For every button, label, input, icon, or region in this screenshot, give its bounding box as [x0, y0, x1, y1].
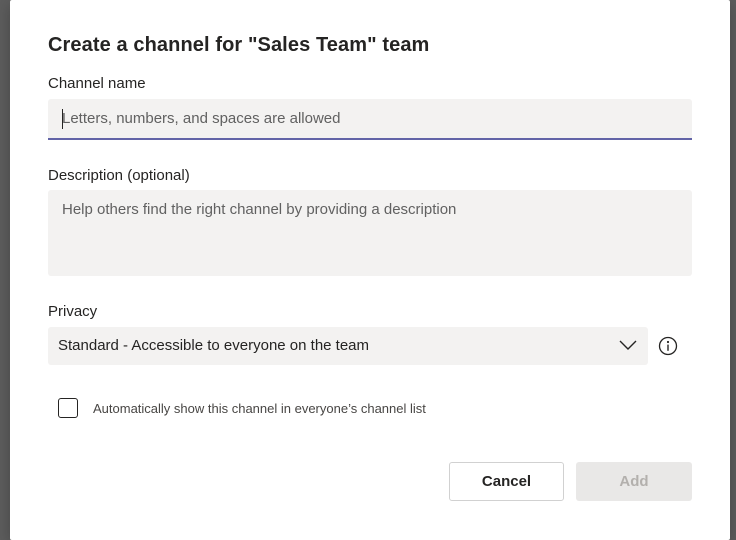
cancel-button[interactable]: Cancel — [449, 462, 564, 501]
auto-show-checkbox-label: Automatically show this channel in every… — [93, 401, 426, 416]
dialog-title: Create a channel for "Sales Team" team — [48, 34, 430, 56]
add-button[interactable]: Add — [576, 462, 692, 501]
info-icon[interactable] — [658, 336, 678, 356]
description-input[interactable] — [48, 190, 692, 276]
create-channel-dialog: Create a channel for "Sales Team" team C… — [10, 0, 730, 540]
description-label: Description (optional) — [48, 167, 190, 184]
description-field[interactable] — [48, 190, 692, 276]
channel-name-field[interactable] — [48, 99, 692, 140]
text-cursor — [62, 109, 63, 129]
privacy-label: Privacy — [48, 303, 98, 320]
channel-name-label: Channel name — [48, 75, 146, 92]
channel-name-input[interactable] — [48, 99, 692, 138]
backdrop-overlay-left — [0, 0, 10, 540]
privacy-dropdown[interactable]: Standard - Accessible to everyone on the… — [48, 327, 648, 365]
chevron-down-icon — [619, 340, 637, 350]
backdrop-overlay-right — [730, 0, 736, 540]
auto-show-checkbox[interactable] — [58, 398, 78, 418]
privacy-selected-value: Standard - Accessible to everyone on the… — [58, 337, 370, 354]
